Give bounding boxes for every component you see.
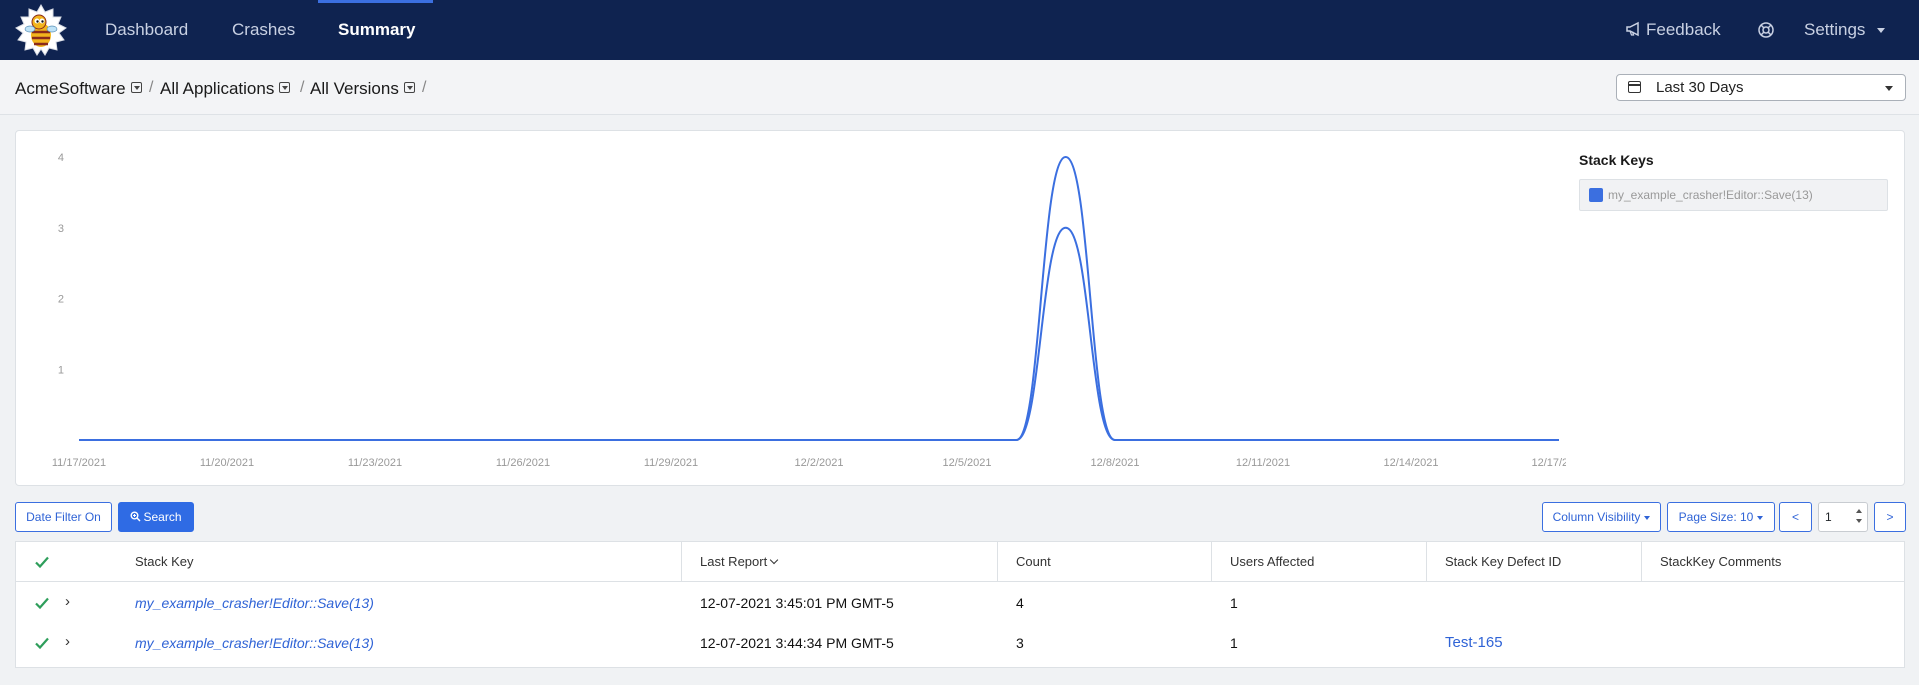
- crash-table: Stack Key Last Report Count Users Affect…: [15, 541, 1905, 668]
- header-count[interactable]: Count: [1016, 542, 1051, 582]
- x-tick-label: 11/26/2021: [496, 457, 550, 469]
- x-tick-label: 11/29/2021: [644, 457, 698, 469]
- series-line-0[interactable]: [79, 155, 1559, 441]
- row-check-icon[interactable]: [34, 635, 50, 651]
- page-number-input[interactable]: 1: [1818, 502, 1868, 532]
- breadcrumb-version-label: All Versions: [310, 79, 399, 98]
- feedback-label: Feedback: [1646, 20, 1721, 39]
- megaphone-icon: [1626, 21, 1639, 37]
- breadcrumb-separator: /: [300, 79, 305, 96]
- breadcrumb-app[interactable]: All Applications: [160, 79, 291, 99]
- x-tick-label: 11/23/2021: [348, 457, 402, 469]
- select-all-check-icon[interactable]: [34, 554, 50, 570]
- stepper-icon[interactable]: [1856, 508, 1864, 526]
- x-tick-label: 11/17/2021: [52, 457, 106, 469]
- nav-dashboard[interactable]: Dashboard: [105, 0, 188, 60]
- column-divider: [1211, 542, 1212, 582]
- breadcrumb-org-label: AcmeSoftware: [15, 79, 126, 98]
- count-cell: 4: [1016, 595, 1024, 611]
- expand-row-chevron-icon[interactable]: ›: [65, 593, 70, 610]
- prev-page-button[interactable]: <: [1779, 502, 1812, 532]
- users-affected-cell: 1: [1230, 635, 1238, 651]
- table-row[interactable]: › my_example_crasher!Editor::Save(13) 12…: [16, 583, 1904, 623]
- chevron-down-icon: [1644, 515, 1651, 520]
- table-header: Stack Key Last Report Count Users Affect…: [16, 542, 1904, 582]
- nav-summary[interactable]: Summary: [338, 0, 415, 60]
- breadcrumb-version[interactable]: All Versions: [310, 79, 415, 99]
- column-divider: [681, 542, 682, 582]
- chevron-down-icon: [1885, 86, 1893, 91]
- breadcrumb-separator: /: [149, 79, 154, 96]
- header-last-report[interactable]: Last Report: [700, 542, 779, 582]
- sort-desc-icon: [769, 555, 779, 565]
- defect-id-link[interactable]: Test-165: [1445, 623, 1503, 663]
- x-tick-label: 12/8/2021: [1091, 457, 1140, 469]
- expand-row-chevron-icon[interactable]: ›: [65, 633, 70, 650]
- count-cell: 3: [1016, 635, 1024, 651]
- legend-swatch: [1589, 188, 1603, 202]
- header-comments[interactable]: StackKey Comments: [1660, 542, 1781, 582]
- legend-title: Stack Keys: [1579, 152, 1654, 168]
- page-number-value: 1: [1825, 510, 1832, 524]
- last-report-cell: 12-07-2021 3:45:01 PM GMT-5: [700, 595, 894, 611]
- settings-label: Settings: [1804, 20, 1866, 39]
- x-tick-label: 12/2/2021: [795, 457, 844, 469]
- column-divider: [1641, 542, 1642, 582]
- x-tick-label: 11/20/2021: [200, 457, 254, 469]
- x-tick-label: 12/11/2021: [1236, 457, 1290, 469]
- page-size-button[interactable]: Page Size: 10: [1667, 502, 1775, 532]
- column-divider: [1426, 542, 1427, 582]
- header-defect-id[interactable]: Stack Key Defect ID: [1445, 542, 1561, 582]
- date-filter-button[interactable]: Date Filter On: [15, 502, 112, 532]
- stack-key-link[interactable]: my_example_crasher!Editor::Save(13): [135, 583, 374, 623]
- date-range-select[interactable]: Last 30 Days: [1616, 74, 1906, 101]
- dropdown-toggle-icon[interactable]: [279, 82, 291, 93]
- crash-trend-chart: 1 2 3 4 11/17/2021 11/20/2021 11/23/2021 11/26/…: [15, 130, 1905, 486]
- dropdown-toggle-icon[interactable]: [130, 82, 142, 93]
- search-button[interactable]: Search: [118, 502, 194, 532]
- legend-entry-label: my_example_crasher!Editor::Save(13): [1608, 188, 1813, 202]
- date-range-value: Last 30 Days: [1656, 79, 1744, 96]
- header-stack-key[interactable]: Stack Key: [135, 542, 194, 582]
- column-visibility-label: Column Visibility: [1552, 510, 1641, 524]
- series-line-1[interactable]: [79, 226, 1559, 441]
- settings-menu[interactable]: Settings: [1804, 0, 1886, 60]
- y-tick-label: 2: [58, 294, 64, 306]
- last-report-cell: 12-07-2021 3:44:34 PM GMT-5: [700, 635, 894, 651]
- calendar-icon: [1628, 81, 1641, 93]
- x-tick-label: 12/14/2021: [1383, 457, 1438, 469]
- table-row[interactable]: › my_example_crasher!Editor::Save(13) 12…: [16, 623, 1904, 663]
- stack-key-link[interactable]: my_example_crasher!Editor::Save(13): [135, 623, 374, 663]
- y-tick-label: 1: [58, 364, 64, 376]
- app-logo-icon[interactable]: [14, 4, 68, 58]
- breadcrumb-app-label: All Applications: [160, 79, 275, 98]
- dropdown-toggle-icon[interactable]: [403, 82, 415, 93]
- page-size-label: Page Size: 10: [1678, 510, 1754, 524]
- column-visibility-button[interactable]: Column Visibility: [1542, 502, 1661, 532]
- legend-entry[interactable]: my_example_crasher!Editor::Save(13): [1579, 179, 1888, 211]
- breadcrumb-separator: /: [422, 79, 427, 96]
- header-users-affected[interactable]: Users Affected: [1230, 542, 1314, 582]
- x-tick-label: 12/5/2021: [943, 457, 992, 469]
- nav-crashes[interactable]: Crashes: [232, 0, 295, 60]
- next-page-button[interactable]: >: [1874, 502, 1906, 532]
- y-tick-label: 3: [58, 223, 64, 235]
- y-tick-label: 4: [58, 152, 64, 164]
- users-affected-cell: 1: [1230, 595, 1238, 611]
- line-chart: 1 2 3 4 11/17/2021 11/20/2021 11/23/2021 11/26/…: [52, 152, 1566, 469]
- header-last-report-label: Last Report: [700, 554, 768, 569]
- breadcrumb-org[interactable]: AcmeSoftware: [15, 79, 142, 99]
- help-lifebuoy-icon[interactable]: [1757, 21, 1775, 39]
- column-divider: [997, 542, 998, 582]
- chevron-down-icon: [1877, 28, 1886, 34]
- x-tick-label: 12/17/2021: [1531, 457, 1566, 469]
- chevron-down-icon: [1757, 515, 1764, 520]
- feedback-link[interactable]: Feedback: [1625, 0, 1721, 60]
- row-check-icon[interactable]: [34, 595, 50, 611]
- search-icon: [130, 511, 142, 522]
- search-label: Search: [143, 510, 182, 524]
- top-navbar: Dashboard Crashes Summary Feedback Setti…: [0, 0, 1919, 60]
